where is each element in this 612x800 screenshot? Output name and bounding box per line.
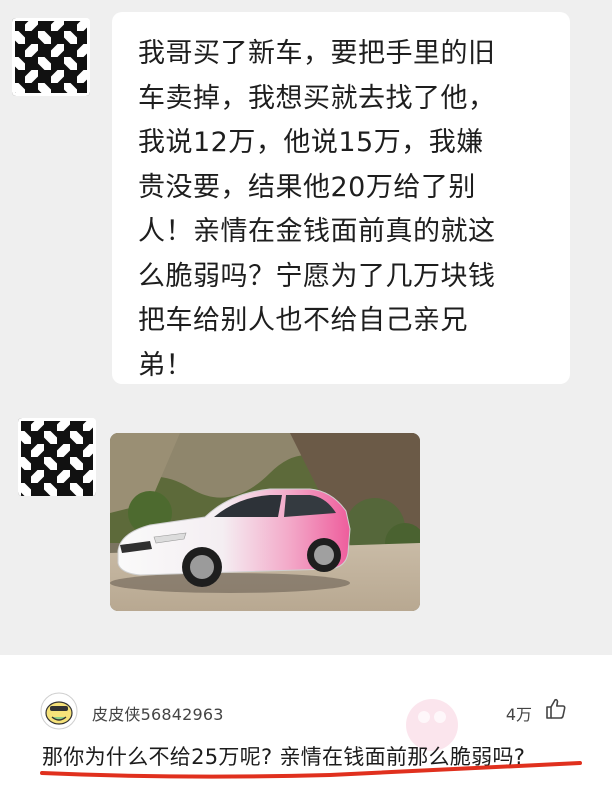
thumbs-up-icon[interactable] xyxy=(544,697,568,721)
comment-section: 皮皮侠56842963 4万 那你为什么不给25万呢? 亲情在钱面前那么脆弱吗? xyxy=(0,655,612,800)
message-text: 我哥买了新车，要把手里的旧 车卖掉，我想买就去找了他， 我说12万，他说15万，… xyxy=(138,38,496,381)
commenter-avatar[interactable] xyxy=(40,692,78,730)
commenter-username[interactable]: 皮皮侠56842963 xyxy=(92,701,224,725)
white-pink-sedan-photo xyxy=(110,433,420,611)
red-underline-mark xyxy=(40,761,582,779)
houndstooth-avatar-icon xyxy=(12,18,90,96)
sender-avatar[interactable] xyxy=(18,418,96,496)
sender-avatar[interactable] xyxy=(12,18,90,96)
chat-thread: 我哥买了新车，要把手里的旧 车卖掉，我想买就去找了他， 我说12万，他说15万，… xyxy=(0,0,612,655)
like-count: 4万 xyxy=(505,705,532,724)
houndstooth-avatar-icon xyxy=(18,418,96,496)
smiley-face-icon xyxy=(40,692,78,730)
car-photo[interactable] xyxy=(110,433,420,611)
message-bubble[interactable]: 我哥买了新车，要把手里的旧 车卖掉，我想买就去找了他， 我说12万，他说15万，… xyxy=(112,12,570,384)
comment-text: 那你为什么不给25万呢? 亲情在钱面前那么脆弱吗? xyxy=(42,745,526,769)
